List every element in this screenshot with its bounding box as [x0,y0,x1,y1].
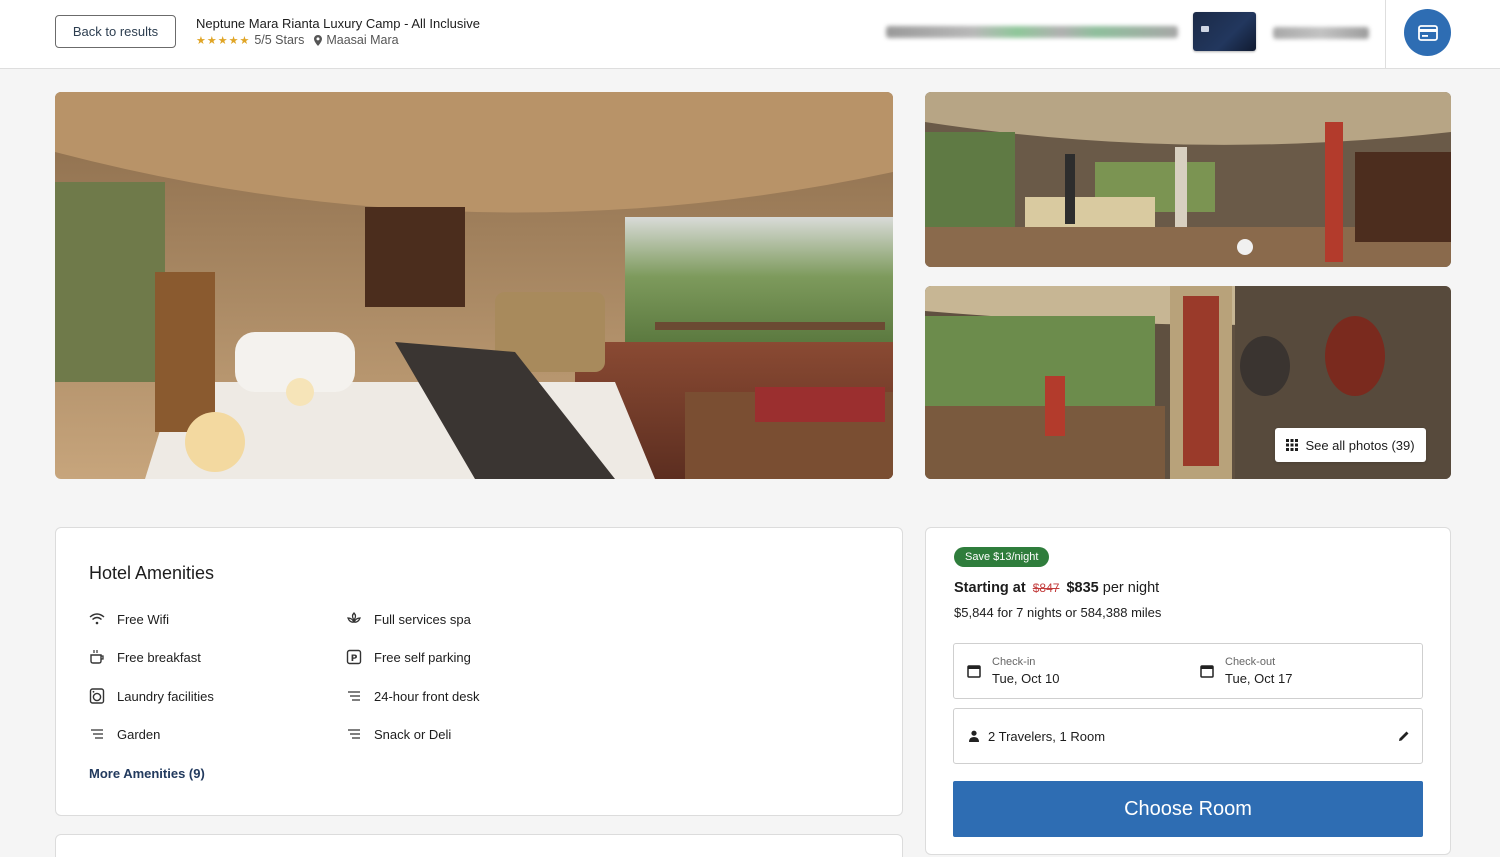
booking-card: Save $13/night Starting at $847 $835 per… [925,527,1451,855]
amenity-label: Snack or Deli [374,726,452,742]
amenity-label: Laundry facilities [117,688,214,704]
wifi-icon [89,611,105,627]
checkin-label: Check-in [992,656,1036,668]
rating-text: 5/5 Stars [254,33,305,47]
travelers-value: 2 Travelers, 1 Room [988,728,1106,744]
spa-icon [346,611,362,627]
checkout-label: Check-out [1225,656,1276,668]
laundry-icon [89,688,105,704]
hotel-amenities-card: Hotel Amenities Free Wifi Full services … [55,527,903,816]
more-amenities-link[interactable]: More Amenities (9) [89,766,205,781]
redacted-points-info [1273,27,1369,39]
checkin-field[interactable]: Check-in Tue, Oct 10 [967,644,1059,698]
parking-icon: P [346,649,362,665]
choose-room-button[interactable]: Choose Room [953,781,1423,837]
date-picker: Check-in Tue, Oct 10 Check-out Tue, Oct … [953,643,1423,699]
price-line: Starting at $847 $835 per night [954,580,1159,596]
save-badge: Save $13/night [954,547,1050,567]
current-price: $835 [1066,580,1099,596]
amenity-label: Free breakfast [117,649,201,665]
see-all-photos-label: See all photos (39) [1305,437,1415,453]
amenity-label: Free self parking [374,649,471,665]
amenity-label: Free Wifi [117,611,169,627]
list-icon [89,726,105,742]
amenity-item: Garden [89,726,160,742]
list-icon [346,688,362,704]
main-photo[interactable] [55,92,893,479]
checkout-value: Tue, Oct 17 [1225,671,1293,686]
amenities-title: Hotel Amenities [89,563,215,583]
checkin-value: Tue, Oct 10 [992,671,1060,686]
amenity-label: Full services spa [374,611,471,627]
credit-card-image [1193,12,1256,51]
hotel-name: Neptune Mara Rianta Luxury Camp - All In… [196,16,480,31]
svg-text:P: P [351,654,358,664]
wallet-icon [1417,24,1438,41]
star-rating-icon: ★★★★★ [196,34,251,47]
location-pin-icon [314,34,323,46]
old-price: $847 [1032,581,1060,595]
checkout-field[interactable]: Check-out Tue, Oct 17 [1200,644,1292,698]
grid-icon [1286,439,1299,451]
calendar-icon [967,665,981,678]
redacted-account-info [886,26,1178,38]
amenity-label: 24-hour front desk [374,688,480,704]
edit-pencil-icon[interactable] [1398,730,1410,742]
gallery-photo-lounge[interactable] [925,92,1451,267]
list-icon [346,726,362,742]
coffee-icon [89,649,105,665]
amenity-item: Snack or Deli [346,726,451,742]
top-header: Back to results Neptune Mara Rianta Luxu… [0,0,1500,69]
amenity-item: Free breakfast [89,649,201,665]
hotel-meta: ★★★★★ 5/5 Stars Maasai Mara [196,33,399,47]
amenity-label: Garden [117,726,161,742]
wallet-button[interactable] [1404,9,1451,56]
amenity-item: P Free self parking [346,649,471,665]
next-section-card [55,834,903,857]
see-all-photos-button[interactable]: See all photos (39) [1275,428,1426,462]
amenity-item: 24-hour front desk [346,688,480,704]
per-night-label: per night [1102,580,1160,596]
calendar-icon [1200,665,1214,678]
travelers-selector[interactable]: 2 Travelers, 1 Room [953,708,1423,764]
header-divider [1385,0,1386,69]
person-icon [969,730,979,742]
amenity-item: Laundry facilities [89,688,214,704]
starting-at-label: Starting at [954,580,1026,596]
amenity-item: Free Wifi [89,611,169,627]
total-price: $5,844 for 7 nights or 584,388 miles [954,605,1162,620]
back-to-results-button[interactable]: Back to results [55,15,176,48]
amenity-item: Full services spa [346,611,471,627]
location-text: Maasai Mara [326,33,399,47]
